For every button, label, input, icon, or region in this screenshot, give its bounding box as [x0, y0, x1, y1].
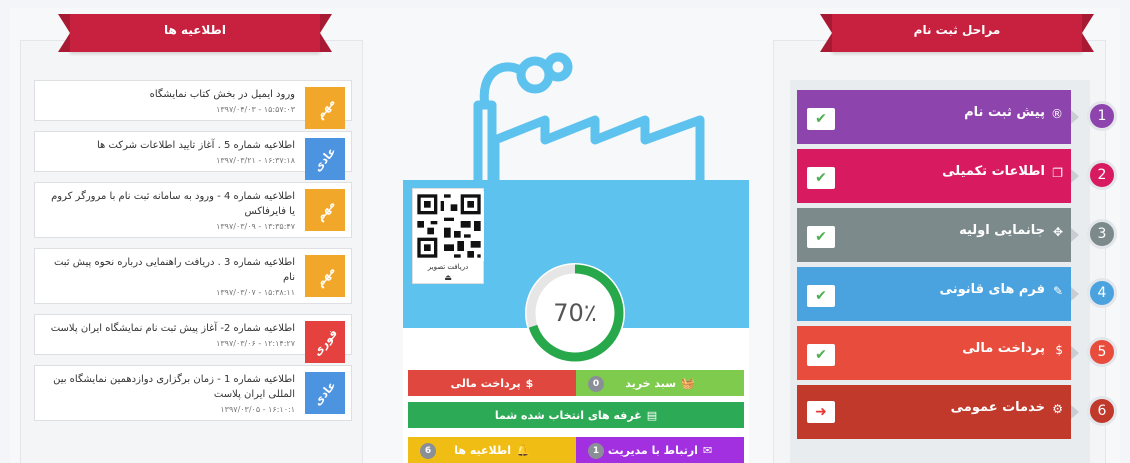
- priority-badge: مهم: [305, 189, 345, 231]
- step-bar[interactable]: ✎ فرم های قانونی ✔: [797, 267, 1079, 321]
- step-label: اطلاعات تکمیلی: [942, 164, 1045, 179]
- announcement-date: ۱۳۹۷/۰۴/۰۳ - ۱۵:۵۷:۰۳: [216, 105, 295, 114]
- contact-admin-button[interactable]: ✉ ارتباط با مدیریت 1: [576, 437, 744, 463]
- announcement-item[interactable]: عادی اطلاعیه شماره 5 . آغاز تایید اطلاعا…: [34, 131, 352, 180]
- envelope-icon: ✉: [702, 443, 713, 457]
- step-number: 4: [1087, 278, 1117, 308]
- step-general-services[interactable]: ⚙ خدمات عمومی ➜ 6: [797, 385, 1117, 439]
- check-icon: ✔: [807, 344, 835, 366]
- priority-badge: مهم: [305, 87, 345, 129]
- announcements-count-badge: 6: [420, 443, 436, 459]
- announcement-item[interactable]: مهم اطلاعیه شماره 3 . دریافت راهنمایی در…: [34, 248, 352, 304]
- priority-badge: عادی: [305, 138, 345, 180]
- announcement-date: ۱۳۹۷/۰۳/۰۵ - ۱۶:۱۰:۱: [220, 405, 295, 414]
- map-icon: ▤: [646, 408, 658, 422]
- step-payment[interactable]: $ پرداخت مالی ✔ 5: [797, 326, 1117, 380]
- announcement-title[interactable]: ورود ایمیل در بخش کتاب نمایشگاه: [43, 87, 295, 102]
- step-number: 5: [1087, 337, 1117, 367]
- step-number: 1: [1087, 101, 1117, 131]
- step-label: جانمایی اولیه: [959, 223, 1045, 238]
- step-bar[interactable]: ✥ جانمایی اولیه ✔: [797, 208, 1079, 262]
- step-bar[interactable]: ® پیش ثبت نام ✔: [797, 90, 1079, 144]
- check-icon: ✔: [807, 285, 835, 307]
- step-initial-placement[interactable]: ✥ جانمایی اولیه ✔ 3: [797, 208, 1117, 262]
- copy-icon: ❐: [1052, 166, 1063, 180]
- basket-icon: 🧺: [681, 376, 695, 390]
- cart-count-badge: 0: [588, 376, 604, 392]
- announcement-item[interactable]: مهم اطلاعیه شماره 4 - ورود به سامانه ثبت…: [34, 182, 352, 238]
- announcement-item[interactable]: عادی اطلاعیه شماره 1 - زمان برگزاری دواز…: [34, 365, 352, 421]
- steps-ribbon: مراحل ثبت نام: [820, 14, 1094, 52]
- announcement-title[interactable]: اطلاعیه شماره 5 . آغاز تایید اطلاعات شرک…: [43, 138, 295, 153]
- steps-list: ® پیش ثبت نام ✔ 1 ❐ اطلاعات تکمیلی ✔ 2 ✥…: [797, 90, 1117, 444]
- payment-button[interactable]: $ پرداخت مالی: [408, 370, 576, 396]
- progress-percent: 70٪: [553, 299, 597, 327]
- cogs-icon: ⚙: [1052, 402, 1063, 416]
- move-icon: ✥: [1052, 225, 1063, 239]
- progress-ring: 70٪: [520, 258, 630, 368]
- factory-illustration: [473, 52, 705, 190]
- priority-badge: فوری: [305, 321, 345, 363]
- check-icon: ✔: [807, 167, 835, 189]
- contact-count-badge: 1: [588, 443, 604, 459]
- announcements-button[interactable]: 🔔 اطلاعیه ها 6: [408, 437, 576, 463]
- announcements-ribbon: اطلاعیه ها: [58, 14, 332, 52]
- arrow-right-icon: ➜: [807, 401, 835, 423]
- step-number: 3: [1087, 219, 1117, 249]
- step-legal-forms[interactable]: ✎ فرم های قانونی ✔ 4: [797, 267, 1117, 321]
- dollar-icon: $: [1055, 343, 1063, 357]
- priority-badge: مهم: [305, 255, 345, 297]
- priority-badge: عادی: [305, 372, 345, 414]
- selected-booths-button[interactable]: ▤ غرفه های انتخاب شده شما: [408, 402, 744, 428]
- qr-code-icon: [414, 191, 484, 261]
- announcement-list: مهم ورود ایمیل در بخش کتاب نمایشگاه ۱۳۹۷…: [34, 80, 352, 431]
- step-label: فرم های قانونی: [939, 282, 1045, 297]
- step-label: پرداخت مالی: [962, 341, 1045, 356]
- announcement-title[interactable]: اطلاعیه شماره 1 - زمان برگزاری دوازدهمین…: [43, 372, 295, 402]
- announcement-date: ۱۳۹۷/۰۳/۰۶ - ۱۲:۱۴:۲۷: [216, 339, 295, 348]
- announcement-item[interactable]: فوری اطلاعیه شماره 2- آغاز پیش ثبت نام ن…: [34, 314, 352, 363]
- step-label: خدمات عمومی: [950, 400, 1045, 415]
- step-label: پیش ثبت نام: [964, 105, 1045, 120]
- announcement-date: ۱۳۹۷/۰۳/۰۷ - ۱۵:۳۸:۱۱: [216, 288, 295, 297]
- bell-icon: 🔔: [516, 443, 530, 457]
- announcement-title[interactable]: اطلاعیه شماره 3 . دریافت راهنمایی درباره…: [43, 255, 295, 285]
- qr-code-box[interactable]: دریافت تصویر ⏏: [412, 188, 484, 284]
- cart-button[interactable]: 🧺 سبد خرید 0: [576, 370, 744, 396]
- announcement-date: ۱۳۹۷/۰۳/۰۹ - ۱۳:۳۵:۴۷: [216, 222, 295, 231]
- step-pre-registration[interactable]: ® پیش ثبت نام ✔ 1: [797, 90, 1117, 144]
- step-bar[interactable]: ❐ اطلاعات تکمیلی ✔: [797, 149, 1079, 203]
- announcement-title[interactable]: اطلاعیه شماره 2- آغاز پیش ثبت نام نمایشگ…: [43, 321, 295, 336]
- announcements-title: اطلاعیه ها: [164, 23, 226, 37]
- step-number: 6: [1087, 396, 1117, 426]
- registered-icon: ®: [1051, 107, 1063, 121]
- attach-icon: ✎: [1052, 284, 1063, 298]
- announcement-date: ۱۳۹۷/۰۳/۲۱ - ۱۶:۳۷:۱۸: [216, 156, 295, 165]
- check-icon: ✔: [807, 226, 835, 248]
- step-bar[interactable]: $ پرداخت مالی ✔: [797, 326, 1079, 380]
- step-additional-info[interactable]: ❐ اطلاعات تکمیلی ✔ 2: [797, 149, 1117, 203]
- dollar-icon: $: [525, 376, 534, 390]
- step-bar[interactable]: ⚙ خدمات عمومی ➜: [797, 385, 1079, 439]
- announcement-item[interactable]: مهم ورود ایمیل در بخش کتاب نمایشگاه ۱۳۹۷…: [34, 80, 352, 129]
- steps-title: مراحل ثبت نام: [913, 23, 1001, 37]
- qr-download-label[interactable]: دریافت تصویر: [413, 263, 483, 271]
- download-icon[interactable]: ⏏: [413, 273, 483, 282]
- step-number: 2: [1087, 160, 1117, 190]
- announcement-title[interactable]: اطلاعیه شماره 4 - ورود به سامانه ثبت نام…: [43, 189, 295, 219]
- check-icon: ✔: [807, 108, 835, 130]
